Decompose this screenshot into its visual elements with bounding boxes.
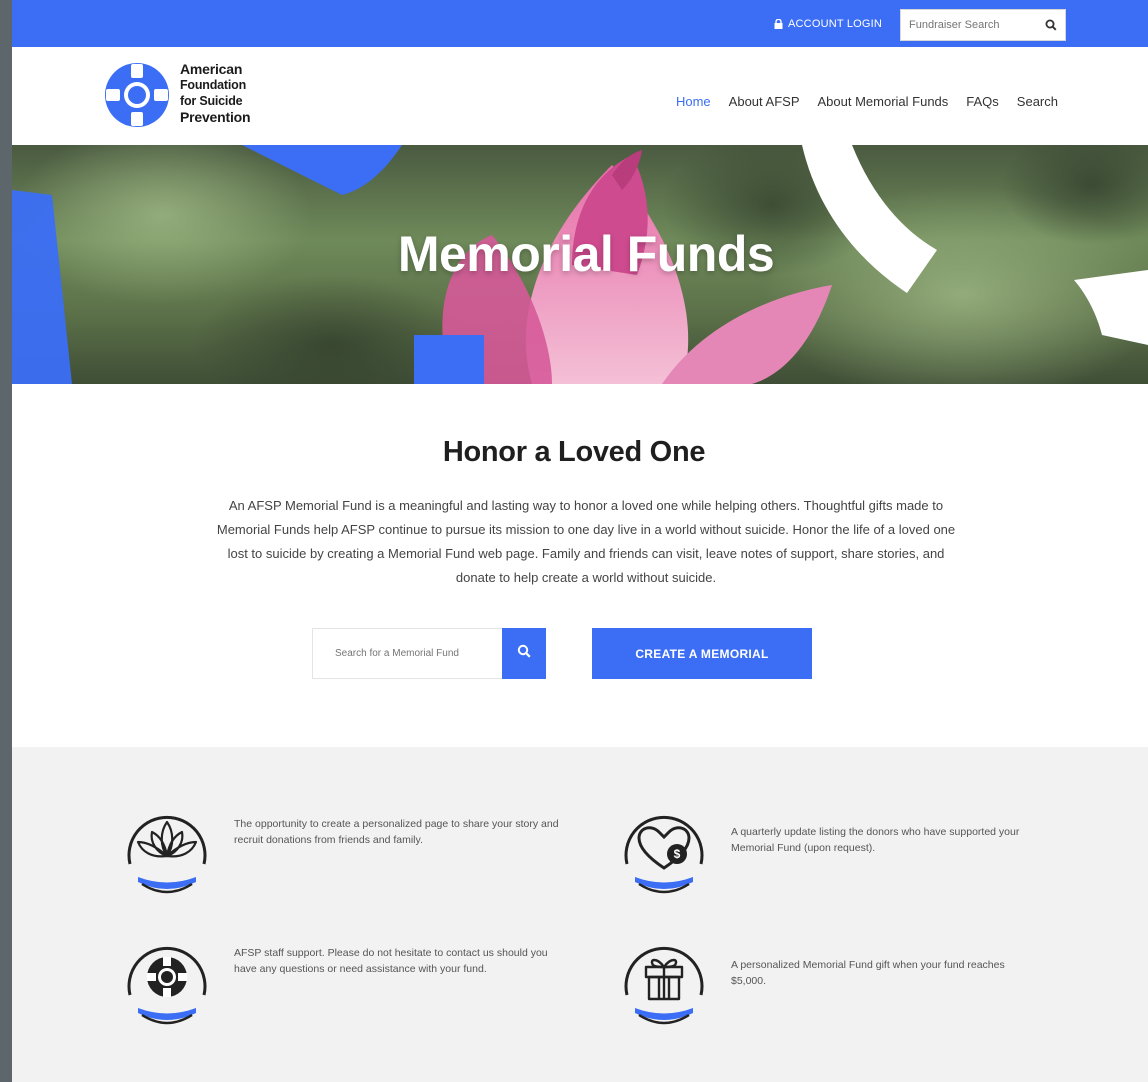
benefit-text: AFSP staff support. Please do not hesita… bbox=[234, 947, 548, 975]
memorial-search bbox=[312, 628, 546, 679]
intro-body: An AFSP Memorial Fund is a meaningful an… bbox=[216, 498, 956, 585]
memorial-search-button[interactable] bbox=[502, 628, 546, 679]
account-login-link[interactable]: ACCOUNT LOGIN bbox=[774, 18, 882, 30]
search-icon bbox=[517, 644, 531, 663]
nav-about-afsp[interactable]: About AFSP bbox=[729, 94, 800, 109]
top-utility-bar: ACCOUNT LOGIN bbox=[12, 0, 1148, 47]
fundraiser-search bbox=[900, 9, 1066, 41]
lotus-icon bbox=[122, 804, 212, 900]
benefit-text: The opportunity to create a personalized… bbox=[234, 818, 559, 846]
benefit-item: $ A quarterly update listing the donors … bbox=[619, 804, 1089, 900]
hero-title: Memorial Funds bbox=[397, 226, 775, 282]
main-nav: Home About AFSP About Memorial Funds FAQ… bbox=[676, 94, 1058, 109]
nav-about-memorial-funds[interactable]: About Memorial Funds bbox=[818, 94, 949, 109]
gift-icon bbox=[619, 935, 709, 1031]
benefit-item: The opportunity to create a personalized… bbox=[122, 804, 592, 900]
logo-line: Foundation bbox=[180, 78, 247, 92]
benefit-text: A personalized Memorial Fund gift when y… bbox=[731, 959, 1005, 987]
logo-line: Prevention bbox=[180, 109, 251, 125]
site-header: American Foundation for Suicide Preventi… bbox=[12, 47, 1148, 145]
search-icon[interactable] bbox=[1045, 18, 1057, 36]
benefit-text: A quarterly update listing the donors wh… bbox=[731, 826, 1020, 854]
svg-text:$: $ bbox=[674, 847, 681, 861]
logo-line: for Suicide bbox=[180, 94, 243, 108]
benefit-item: AFSP staff support. Please do not hesita… bbox=[122, 935, 592, 1031]
benefit-item: A personalized Memorial Fund gift when y… bbox=[619, 935, 1089, 1031]
account-login-label: ACCOUNT LOGIN bbox=[788, 18, 883, 30]
memorial-search-input[interactable] bbox=[313, 629, 503, 678]
lock-icon bbox=[774, 19, 783, 29]
logo-text[interactable]: American Foundation for Suicide Preventi… bbox=[180, 61, 251, 125]
heart-donation-icon: $ bbox=[619, 804, 709, 900]
afsp-logo-icon[interactable] bbox=[102, 60, 172, 130]
logo-line: American bbox=[180, 61, 243, 77]
page: ACCOUNT LOGIN Fundraiser Search American… bbox=[12, 0, 1148, 1082]
nav-home[interactable]: Home bbox=[676, 94, 711, 109]
lifebuoy-icon bbox=[122, 935, 212, 1031]
nav-faqs[interactable]: FAQs bbox=[966, 94, 999, 109]
hero-banner: Memorial Funds bbox=[12, 145, 1148, 384]
create-memorial-button[interactable]: CREATE A MEMORIAL bbox=[592, 628, 812, 679]
fundraiser-search-input[interactable] bbox=[901, 10, 1035, 40]
intro-title: Honor a Loved One bbox=[442, 436, 706, 468]
benefits-section: The opportunity to create a personalized… bbox=[12, 747, 1148, 1082]
nav-search[interactable]: Search bbox=[1017, 94, 1058, 109]
